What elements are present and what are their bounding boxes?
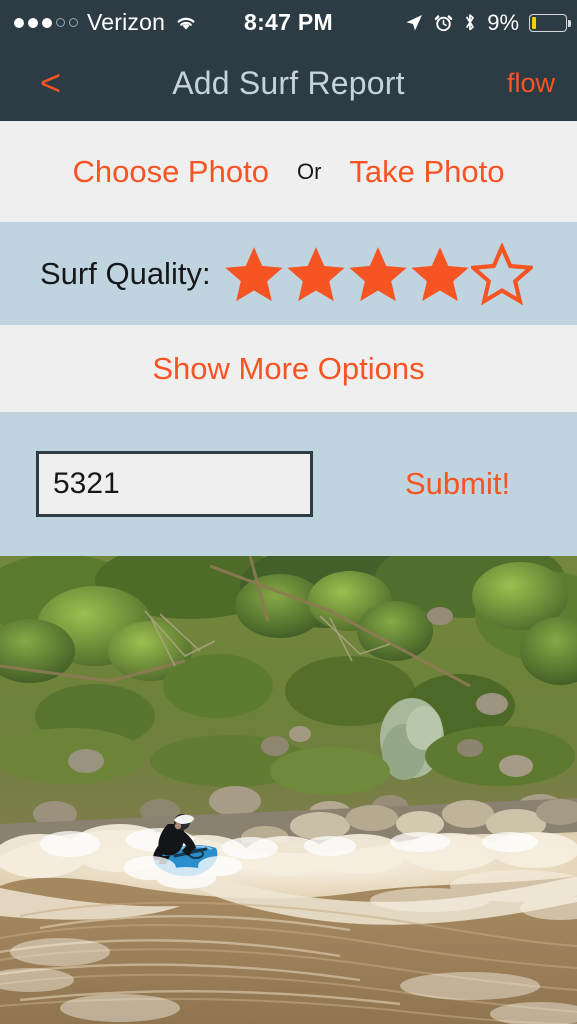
photo-preview-image [0,556,577,1024]
star-icon-4[interactable] [409,243,471,305]
show-more-options-button[interactable]: Show More Options [152,351,424,387]
clock-label: 8:47 PM [243,9,334,35]
battery-percent-label: 9% [487,9,519,35]
page-title: Add Surf Report [0,45,577,121]
take-photo-button[interactable]: Take Photo [349,154,504,190]
flow-button-label: flow [506,67,555,98]
surf-quality-section: Surf Quality: [0,222,577,325]
alarm-clock-icon [434,13,453,33]
show-more-options-section: Show More Options [0,325,577,412]
battery-fill [532,16,536,29]
submit-section: Submit! [0,412,577,556]
star-icon-3[interactable] [347,243,409,305]
photo-chooser-section: Choose Photo Or Take Photo [0,121,577,222]
flow-input[interactable] [36,451,313,517]
star-rating[interactable] [223,242,533,305]
status-bar: Verizon 8:47 PM 9% [0,0,577,45]
page-title-label: Add Surf Report [172,64,405,101]
nav-bar: < Add Surf Report flow [0,45,577,121]
star-icon-5-empty[interactable] [470,242,533,305]
submit-button[interactable]: Submit! [405,466,510,502]
battery-nub [568,19,571,27]
flow-button[interactable]: flow [507,45,555,121]
bluetooth-icon [463,12,477,33]
choose-photo-button[interactable]: Choose Photo [72,154,268,190]
star-icon-1[interactable] [223,243,285,305]
or-label: Or [296,158,322,184]
surf-quality-label: Surf Quality: [40,255,211,291]
battery-icon [529,13,571,32]
location-arrow-icon [404,13,424,33]
photo-preview[interactable] [0,556,577,1024]
status-bar-right: 9% [404,0,571,45]
star-icon-2[interactable] [285,243,347,305]
app-screen: Verizon 8:47 PM 9% < Add Surf Report flo… [0,0,577,1024]
